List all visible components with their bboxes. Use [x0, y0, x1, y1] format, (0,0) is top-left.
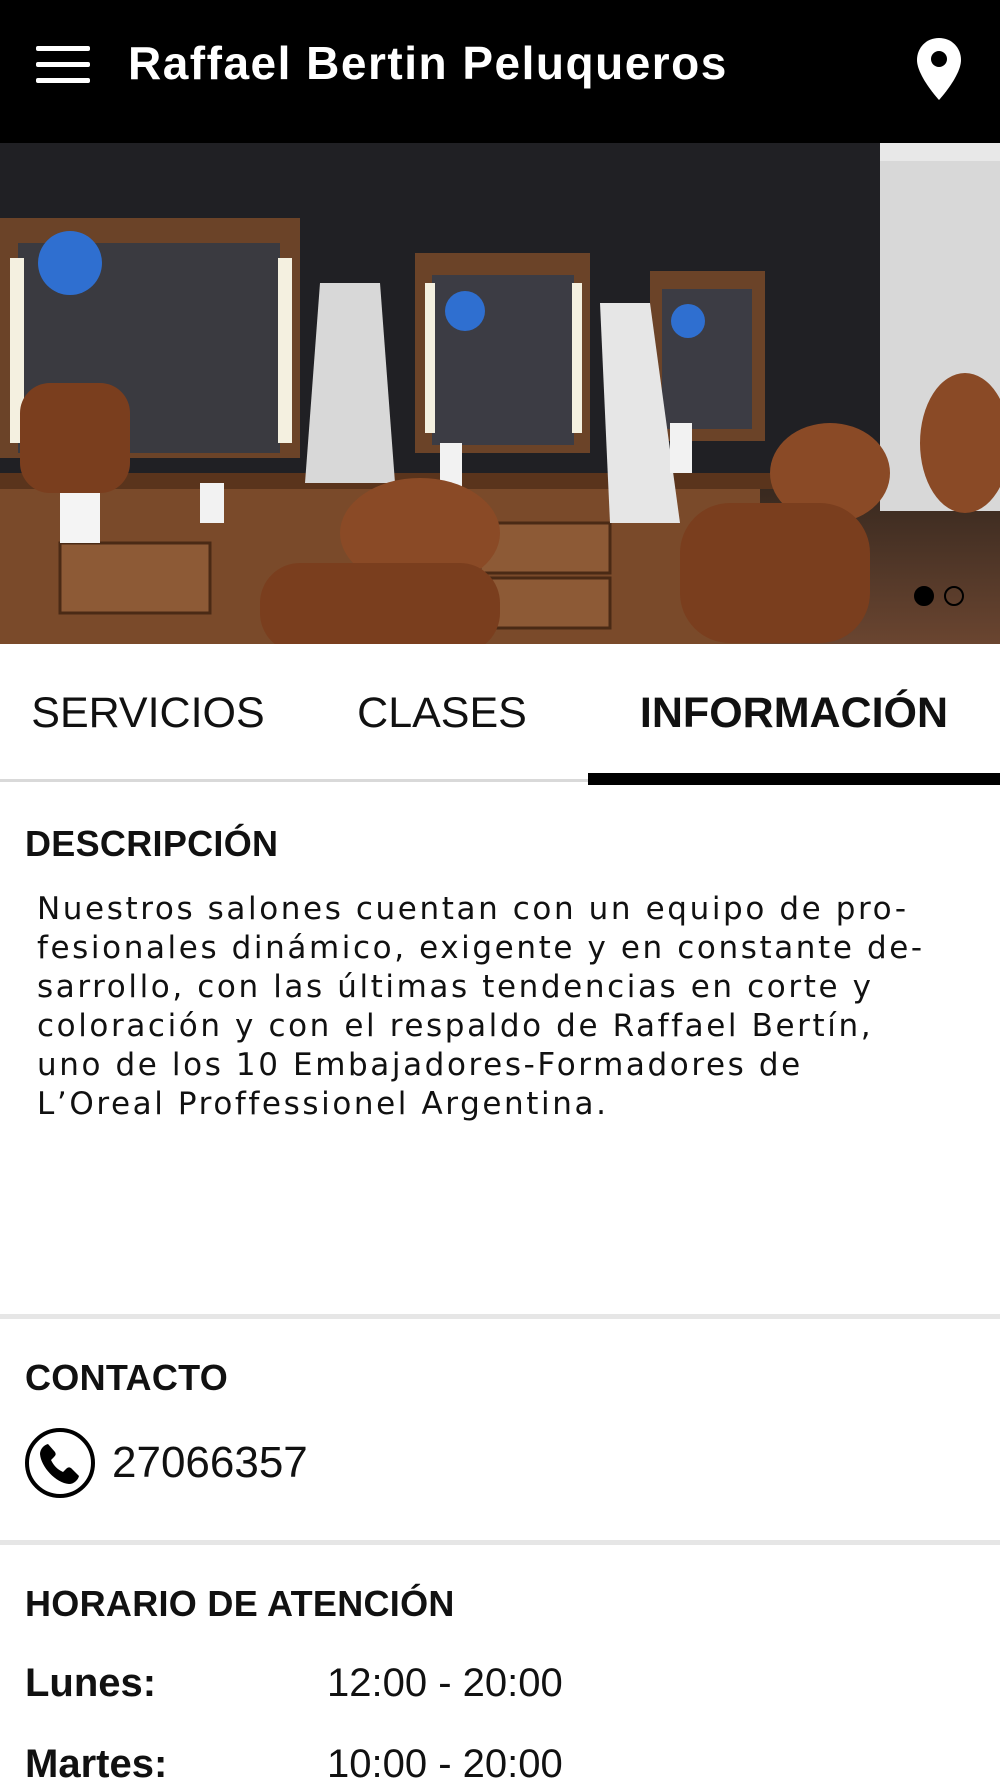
descripcion-line: coloración y con el respaldo de Raffael … [37, 1008, 874, 1044]
hours-day: Martes: [25, 1742, 168, 1786]
tab-informacion[interactable]: INFORMACIÓN [588, 644, 1000, 785]
phone-icon [25, 1428, 95, 1498]
descripcion-text: Nuestros salones cuentan con un equipo d… [37, 890, 972, 1124]
map-pin-icon[interactable] [915, 36, 963, 102]
descripcion-line: sarrollo, con las últimas tendencias en … [37, 969, 874, 1005]
horario-title: HORARIO DE ATENCIÓN [25, 1583, 455, 1624]
hamburger-menu-icon[interactable] [36, 46, 90, 90]
carousel-dot-1[interactable] [914, 586, 934, 606]
carousel-indicator [914, 586, 964, 606]
contacto-title: CONTACTO [25, 1357, 229, 1398]
phone-contact[interactable]: 27066357 [24, 1426, 308, 1500]
hours-time: 12:00 - 20:00 [327, 1661, 563, 1705]
descripcion-line: fesionales dinámico, exigente y en const… [37, 930, 925, 966]
hours-day: Lunes: [25, 1661, 157, 1705]
hours-time: 10:00 - 20:00 [327, 1742, 563, 1786]
divider [0, 1540, 1000, 1545]
tab-clases[interactable]: CLASES [296, 644, 588, 782]
app-bar: Raffael Bertin Peluqueros [0, 0, 1000, 143]
descripcion-title: DESCRIPCIÓN [25, 823, 279, 864]
app-title: Raffael Bertin Peluqueros [128, 37, 728, 89]
barbershop-interior-photo [0, 143, 1000, 644]
carousel-dot-2[interactable] [944, 586, 964, 606]
descripcion-line: Nuestros salones cuentan con un equipo d… [37, 891, 909, 927]
hero-image-carousel[interactable] [0, 143, 1000, 644]
divider [0, 1314, 1000, 1319]
descripcion-line: uno de los 10 Embajadores-Formadores de [37, 1047, 803, 1083]
descripcion-line: L’Oreal Proffessionel Argentina. [37, 1086, 609, 1122]
tab-bar: SERVICIOS CLASES INFORMACIÓN [0, 644, 1000, 785]
tab-servicios[interactable]: SERVICIOS [0, 644, 296, 782]
phone-number[interactable]: 27066357 [112, 1438, 308, 1488]
